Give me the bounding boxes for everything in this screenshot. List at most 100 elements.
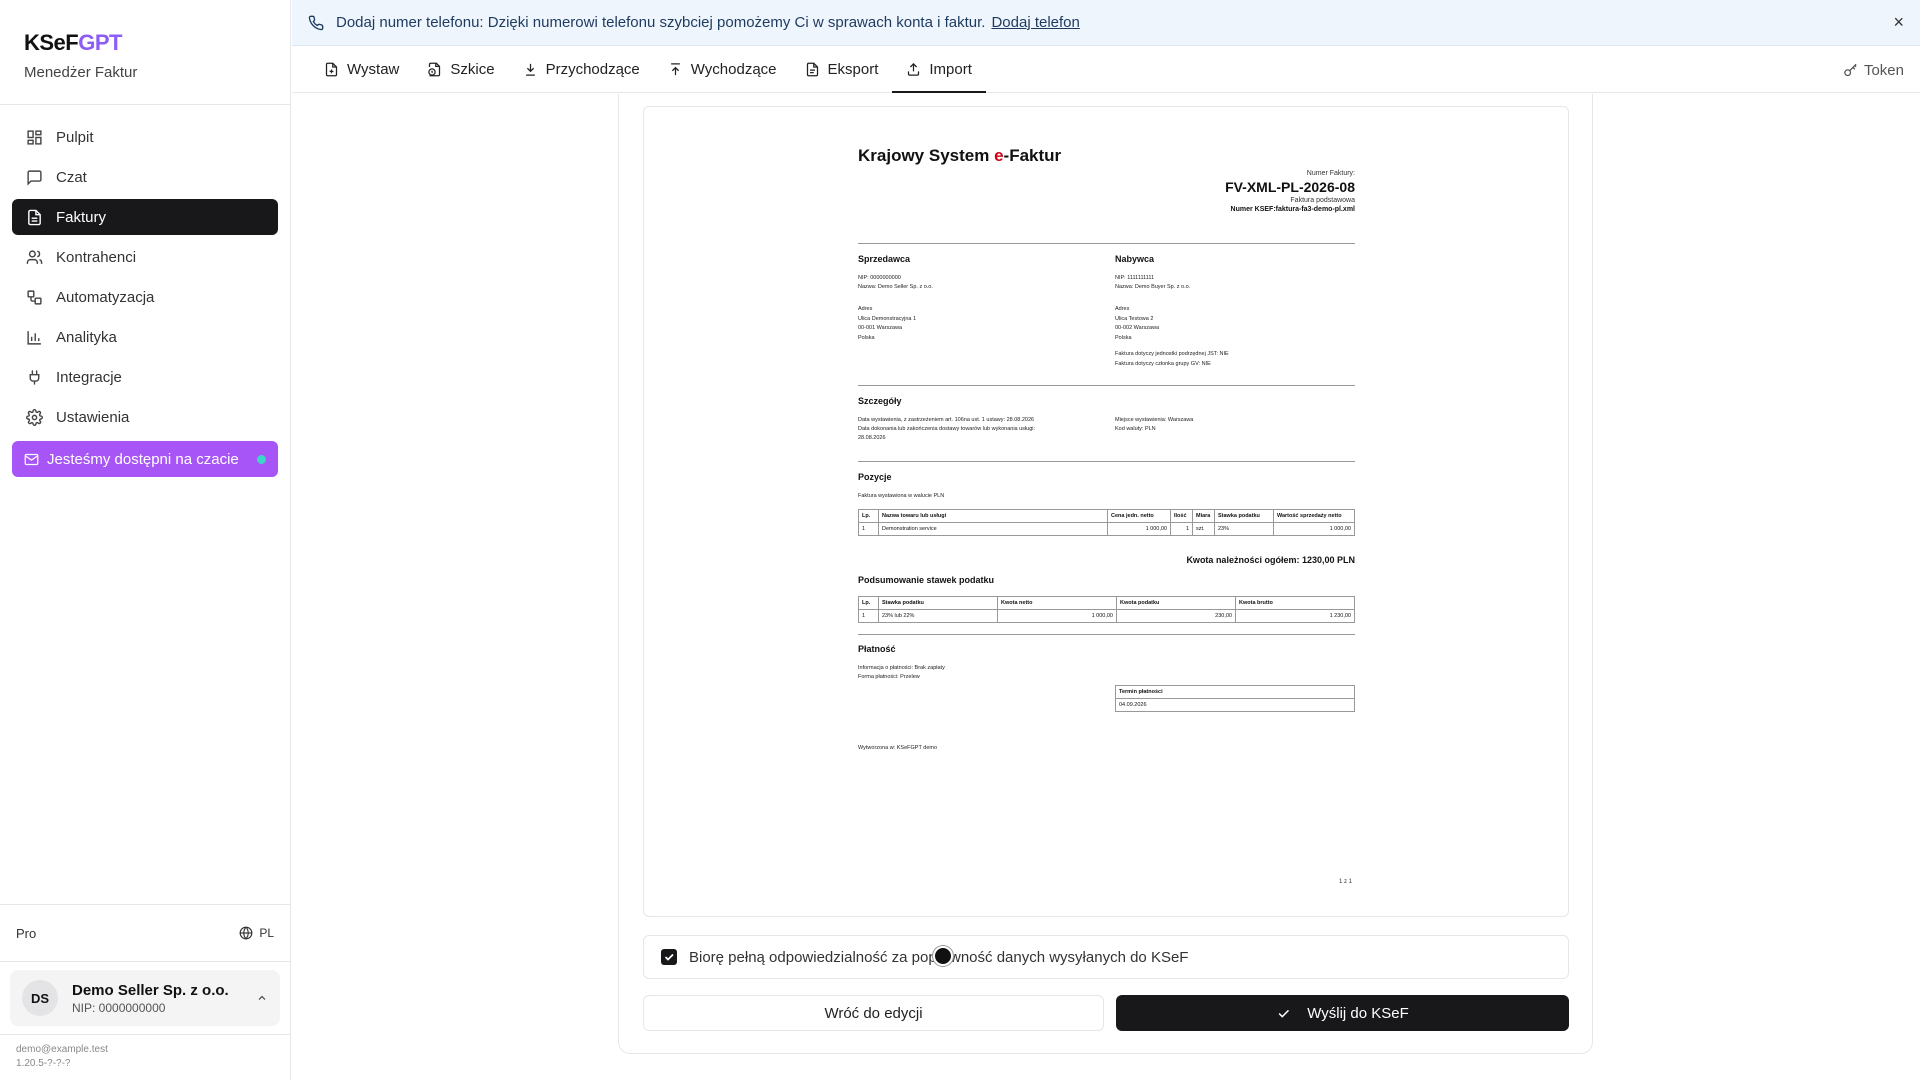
tab-label: Przychodzące xyxy=(545,61,640,78)
account-switcher[interactable]: DS Demo Seller Sp. z o.o. NIP: 000000000… xyxy=(10,970,280,1026)
avatar: DS xyxy=(22,980,58,1016)
payment-form: Forma płatności: Przelew xyxy=(858,674,920,680)
divider xyxy=(858,385,1355,386)
sidebar-item-label: Automatyzacja xyxy=(56,288,155,306)
tab-przychodzace[interactable]: Przychodzące xyxy=(509,47,654,92)
close-icon[interactable]: × xyxy=(1893,12,1904,33)
sidebar-item-label: Integracje xyxy=(56,368,122,386)
responsibility-checkbox-row[interactable]: Biorę pełną odpowiedzialność za poprawno… xyxy=(643,935,1569,979)
users-icon xyxy=(25,248,43,266)
items-currency-note: Faktura wystawiona w walucie PLN xyxy=(858,493,945,499)
buyer-city: 00-002 Warszawa xyxy=(1115,325,1160,331)
token-button[interactable]: Token xyxy=(1843,47,1904,93)
send-to-ksef-button[interactable]: Wyślij do KSeF xyxy=(1116,995,1569,1031)
app-version: 1.20.5-?-?-? xyxy=(16,1057,71,1069)
responsibility-checkbox[interactable] xyxy=(661,949,677,965)
back-to-edit-label: Wróć do edycji xyxy=(824,1004,923,1022)
mail-icon xyxy=(24,452,39,467)
chevron-up-icon xyxy=(256,992,268,1004)
tax-summary-table: Lp. Stawka podatku Kwota netto Kwota pod… xyxy=(858,596,1355,623)
tab-szkice[interactable]: Szkice xyxy=(413,47,508,92)
column-header: Stawka podatku xyxy=(878,596,998,610)
language-switcher[interactable]: PL xyxy=(239,926,274,940)
tab-wychodzace[interactable]: Wychodzące xyxy=(654,47,791,92)
table-header-row: Termin płatności xyxy=(1115,685,1355,699)
chat-available-button[interactable]: Jesteśmy dostępni na czacie xyxy=(12,441,278,477)
user-email: demo@example.test xyxy=(16,1044,108,1055)
items-title: Pozycje xyxy=(858,472,892,482)
workflow-icon xyxy=(25,288,43,306)
phone-banner: Dodaj numer telefonu: Dzięki numerowi te… xyxy=(292,0,1920,46)
file-icon xyxy=(805,62,820,77)
table-cell: 1 xyxy=(858,609,879,623)
sidebar-item-label: Analityka xyxy=(56,328,117,346)
table-cell: szt. xyxy=(1192,522,1215,536)
sidebar-item-pulpit[interactable]: Pulpit xyxy=(12,119,278,155)
tab-label: Wychodzące xyxy=(690,61,777,78)
buyer-gv: Faktura dotyczy członka grupy GV: NIE xyxy=(1115,361,1211,367)
back-to-edit-button[interactable]: Wróć do edycji xyxy=(643,995,1104,1031)
table-cell: 1 000,00 xyxy=(1273,522,1355,536)
buyer-country: Polska xyxy=(1115,335,1132,341)
ksef-title: Krajowy System e-Faktur xyxy=(858,146,1061,166)
seller-city: 00-001 Warszawa xyxy=(858,325,903,331)
language-label: PL xyxy=(259,926,274,940)
ksef-title-e: e xyxy=(994,146,1004,165)
sidebar-item-label: Pulpit xyxy=(56,128,94,146)
sidebar-item-integracje[interactable]: Integracje xyxy=(12,359,278,395)
brand-name-part1: KSeF xyxy=(24,30,79,55)
table-cell: 23% xyxy=(1214,522,1274,536)
sidebar-item-kontrahenci[interactable]: Kontrahenci xyxy=(12,239,278,275)
buyer-title: Nabywca xyxy=(1115,254,1155,264)
mouse-cursor xyxy=(933,946,953,966)
table-row: 1 Demonstration service 1 000,00 1 szt. … xyxy=(858,522,1355,536)
seller-country: Polska xyxy=(858,335,875,341)
seller-address-label: Adres xyxy=(858,306,873,312)
online-status-dot xyxy=(257,455,266,464)
add-phone-link[interactable]: Dodaj telefon xyxy=(991,14,1079,31)
plug-icon xyxy=(25,368,43,386)
sidebar: KSeFGPT Menedżer Faktur Pulpit Czat Fakt… xyxy=(0,0,291,1080)
sidebar-item-analityka[interactable]: Analityka xyxy=(12,319,278,355)
tab-eksport[interactable]: Eksport xyxy=(791,47,893,92)
tab-wystaw[interactable]: Wystaw xyxy=(310,47,413,92)
table-cell: Demonstration service xyxy=(878,522,1108,536)
brand: KSeFGPT Menedżer Faktur xyxy=(0,0,290,105)
items-table: Lp. Nazwa towaru lub usługi Cena jedn. n… xyxy=(858,509,1355,536)
payment-title: Płatność xyxy=(858,644,896,654)
buyer-address-label: Adres xyxy=(1115,306,1130,312)
sidebar-item-label: Czat xyxy=(56,168,87,186)
sidebar-item-ustawienia[interactable]: Ustawienia xyxy=(12,399,278,435)
column-header: Ilość xyxy=(1170,509,1193,523)
sidebar-item-czat[interactable]: Czat xyxy=(12,159,278,195)
divider xyxy=(858,243,1355,244)
page-indicator: 1 z 1 xyxy=(1339,879,1353,885)
tab-import[interactable]: Import xyxy=(892,47,986,93)
column-header: Wartość sprzedaży netto xyxy=(1273,509,1355,523)
table-row: 1 23% lub 22% 1 000,00 230,00 1 230,00 xyxy=(858,609,1355,623)
upload-icon xyxy=(668,62,683,77)
table-cell: 04.09.2026 xyxy=(1115,698,1355,712)
column-header: Lp. xyxy=(858,509,879,523)
column-header: Nazwa towaru lub usługi xyxy=(878,509,1108,523)
table-header-row: Lp. Stawka podatku Kwota netto Kwota pod… xyxy=(858,596,1355,610)
currency-code: Kod waluty: PLN xyxy=(1115,426,1156,432)
brand-name-part2: GPT xyxy=(78,30,122,55)
table-cell: 1 xyxy=(1170,522,1193,536)
sidebar-item-faktury[interactable]: Faktury xyxy=(12,199,278,235)
column-header: Kwota podatku xyxy=(1116,596,1236,610)
invoice-total: Kwota należności ogółem: 1230,00 PLN xyxy=(1186,555,1355,565)
seller-name: Nazwa: Demo Seller Sp. z o.o. xyxy=(858,284,933,290)
gear-icon xyxy=(25,408,43,426)
account-name: Demo Seller Sp. z o.o. xyxy=(72,981,229,999)
send-to-ksef-label: Wyślij do KSeF xyxy=(1307,1004,1409,1022)
divider xyxy=(858,634,1355,635)
account-nip: NIP: 0000000000 xyxy=(72,1000,166,1015)
sidebar-item-label: Faktury xyxy=(56,208,107,226)
sidebar-item-automatyzacja[interactable]: Automatyzacja xyxy=(12,279,278,315)
buyer-name: Nazwa: Demo Buyer Sp. z o.o. xyxy=(1115,284,1191,290)
chat-available-label: Jesteśmy dostępni na czacie xyxy=(47,450,239,468)
column-header: Stawka podatku xyxy=(1214,509,1274,523)
table-cell: 1 xyxy=(858,522,879,536)
brand-logo[interactable]: KSeFGPT xyxy=(24,30,266,56)
